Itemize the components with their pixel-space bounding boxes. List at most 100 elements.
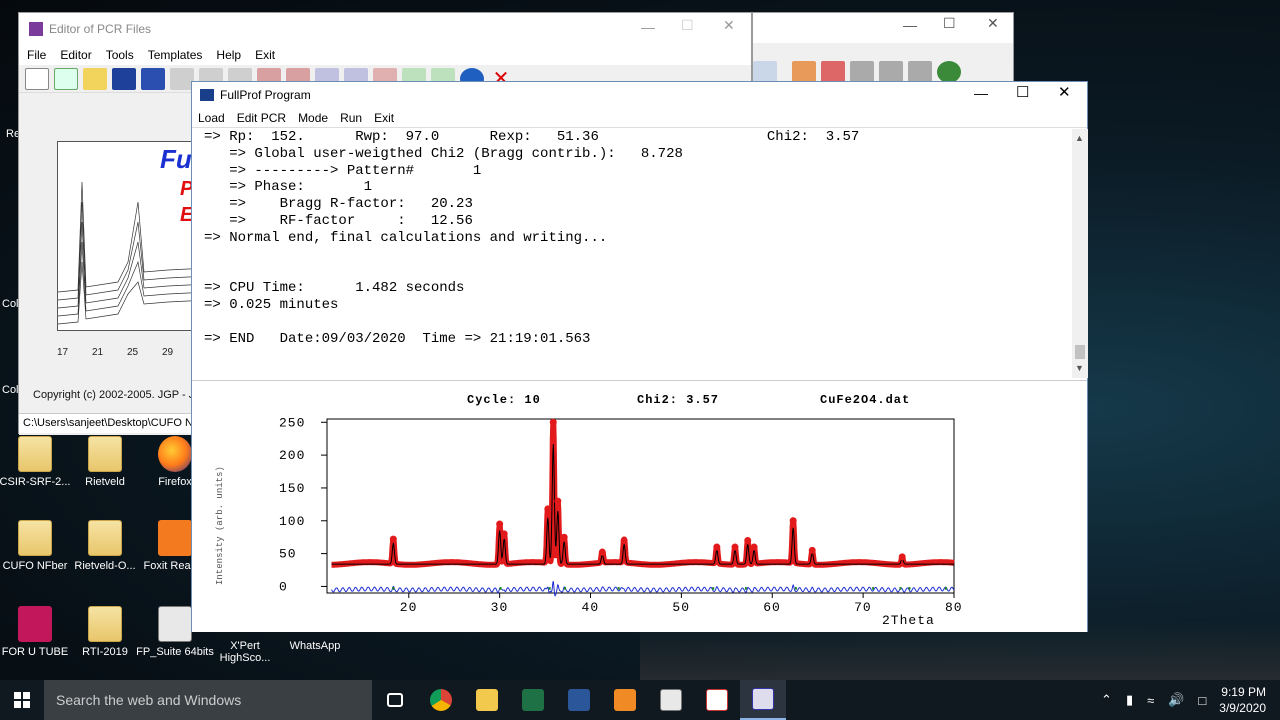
maximize-icon[interactable]: ☐ — [943, 15, 956, 32]
taskbar-pcr-editor[interactable] — [694, 680, 740, 720]
desktop-icon-label: RTI-2019 — [82, 646, 128, 658]
word-icon — [568, 689, 590, 711]
scroll-up-icon[interactable]: ▲ — [1075, 133, 1084, 143]
menu-edit-pcr[interactable]: Edit PCR — [237, 111, 286, 125]
menu-mode[interactable]: Mode — [298, 111, 328, 125]
open-folder-icon[interactable] — [83, 67, 107, 90]
fullprof-app-icon — [200, 89, 214, 101]
desktop-icon-rietveld-o[interactable]: Rietveld-O... — [65, 520, 145, 572]
observed-peak-point — [713, 543, 721, 551]
minimize-icon[interactable]: — — [641, 19, 655, 35]
menu-exit[interactable]: Exit — [364, 101, 399, 136]
save-all-icon[interactable] — [141, 67, 165, 90]
desktop-icon-for-u-tube[interactable]: FOR U TUBE — [0, 606, 75, 658]
taskbar-word[interactable] — [556, 680, 602, 720]
console-line: => 0.025 minutes — [204, 296, 339, 313]
globe-icon[interactable] — [937, 61, 961, 83]
close-icon[interactable]: ✕ — [987, 15, 999, 32]
desktop-icon-cufo[interactable]: CUFO NFber — [0, 520, 75, 572]
maximize-icon[interactable]: ☐ — [1016, 83, 1029, 101]
observed-peak-point — [744, 536, 752, 544]
observed-peak-point — [750, 543, 758, 551]
menu-tools[interactable]: Tools — [106, 48, 134, 62]
plot-file-label: CuFe2O4.dat — [820, 393, 910, 407]
scroll-down-icon[interactable]: ▼ — [1075, 363, 1084, 373]
menu-templates[interactable]: Templates — [148, 48, 203, 62]
observed-series — [329, 419, 957, 568]
toolbar-icon[interactable] — [792, 61, 816, 83]
system-tray: ⌃ ▮ ≈ 🔊 □ 9:19 PM 3/9/2020 — [1094, 680, 1280, 720]
splash-axis-ticks: 17 21 25 29 — [57, 347, 197, 358]
menu-file[interactable]: File — [27, 48, 46, 62]
menu-exit[interactable]: Exit — [255, 48, 275, 62]
output-console[interactable]: => Rp: 152. Rwp: 97.0 Rexp: 51.36 Chi2: … — [192, 129, 1076, 378]
maximize-icon[interactable]: ☐ — [681, 17, 694, 34]
fullprof-window[interactable]: FullProf Program — ☐ ✕ Load Edit PCR Mod… — [191, 81, 1088, 632]
pcr-menu-bar: File Editor Tools Templates Help Exit — [19, 45, 751, 65]
observed-peak-point — [500, 530, 508, 538]
minimize-icon[interactable]: — — [903, 17, 917, 33]
x-axis-label: 2Theta — [882, 613, 935, 628]
desktop-icon-xpert[interactable]: X'Pert HighSco... — [205, 640, 285, 664]
minimize-icon[interactable]: — — [974, 85, 988, 101]
menu-editor[interactable]: Editor — [60, 48, 91, 62]
window-title: Editor of PCR Files — [49, 22, 152, 36]
close-icon[interactable]: ✕ — [1058, 83, 1071, 101]
desktop-icon-label: WhatsApp — [289, 640, 341, 652]
fp-suite-icon — [660, 689, 682, 711]
desktop-icon-csir[interactable]: CSIR-SRF-2... — [0, 436, 75, 488]
desktop-icon-whatsapp[interactable]: WhatsApp — [275, 640, 355, 652]
desktop-icon-label: Rietveld — [85, 476, 125, 488]
taskbar-file-explorer[interactable] — [464, 680, 510, 720]
fullprof-titlebar[interactable]: FullProf Program — ☐ ✕ — [192, 82, 1087, 108]
desktop-icon-rti[interactable]: RTI-2019 — [65, 606, 145, 658]
menu-load[interactable]: Load — [198, 111, 225, 125]
close-icon[interactable]: ✕ — [723, 17, 735, 34]
plot-cycle-label: Cycle: 10 — [467, 393, 541, 407]
import-icon[interactable] — [54, 67, 78, 90]
x-tick-label: 40 — [582, 600, 600, 615]
folder-icon — [18, 520, 52, 556]
toolbar-icon[interactable] — [908, 61, 932, 83]
taskbar-clock[interactable]: 9:19 PM 3/9/2020 — [1213, 684, 1280, 716]
scroll-thumb[interactable] — [1075, 345, 1085, 359]
clock-time: 9:19 PM — [1221, 685, 1266, 699]
toolbar-icon[interactable] — [753, 61, 777, 83]
save-icon[interactable] — [112, 67, 136, 90]
start-button[interactable] — [0, 680, 44, 720]
taskbar-fullprof[interactable] — [740, 680, 786, 720]
window-title: FullProf Program — [220, 88, 311, 102]
x-tick-label: 50 — [672, 600, 690, 615]
toolbar-icon[interactable] — [821, 61, 845, 83]
desktop-icon-label: CUFO NFber — [2, 560, 68, 572]
battery-icon[interactable]: ▮ — [1126, 692, 1133, 708]
background-window-titlebar[interactable] — [753, 13, 1013, 43]
x-tick-label: 70 — [854, 600, 872, 615]
new-file-icon[interactable] — [25, 67, 49, 90]
volume-icon[interactable]: 🔊 — [1168, 692, 1184, 708]
taskbar-app-orange[interactable] — [602, 680, 648, 720]
task-view-button[interactable] — [372, 680, 418, 720]
taskbar-chrome[interactable] — [418, 680, 464, 720]
background-window[interactable]: — ☐ ✕ — [752, 12, 1014, 83]
chrome-icon — [430, 689, 452, 711]
splash-title: Fu — [160, 144, 192, 174]
notifications-icon[interactable]: □ — [1198, 693, 1206, 708]
chevron-up-icon[interactable]: ⌃ — [1101, 692, 1112, 708]
menu-help[interactable]: Help — [216, 48, 241, 62]
menu-run[interactable]: Run — [340, 111, 362, 125]
taskbar-fp-suite[interactable] — [648, 680, 694, 720]
observed-peak-point — [898, 553, 906, 561]
fp-suite-icon — [158, 606, 192, 642]
console-scrollbar[interactable]: ▲ ▼ — [1072, 129, 1088, 378]
toolbar-icon[interactable] — [850, 61, 874, 83]
pcr-editor-titlebar[interactable]: Editor of PCR Files — ☐ ✕ — [19, 13, 751, 45]
taskbar-search[interactable]: Search the web and Windows — [44, 680, 372, 720]
folder-icon — [88, 520, 122, 556]
taskbar-excel[interactable] — [510, 680, 556, 720]
folder-icon — [88, 436, 122, 472]
desktop-icon-rietveld[interactable]: Rietveld — [65, 436, 145, 488]
wifi-icon[interactable]: ≈ — [1147, 693, 1154, 708]
toolbar-icon[interactable] — [879, 61, 903, 83]
